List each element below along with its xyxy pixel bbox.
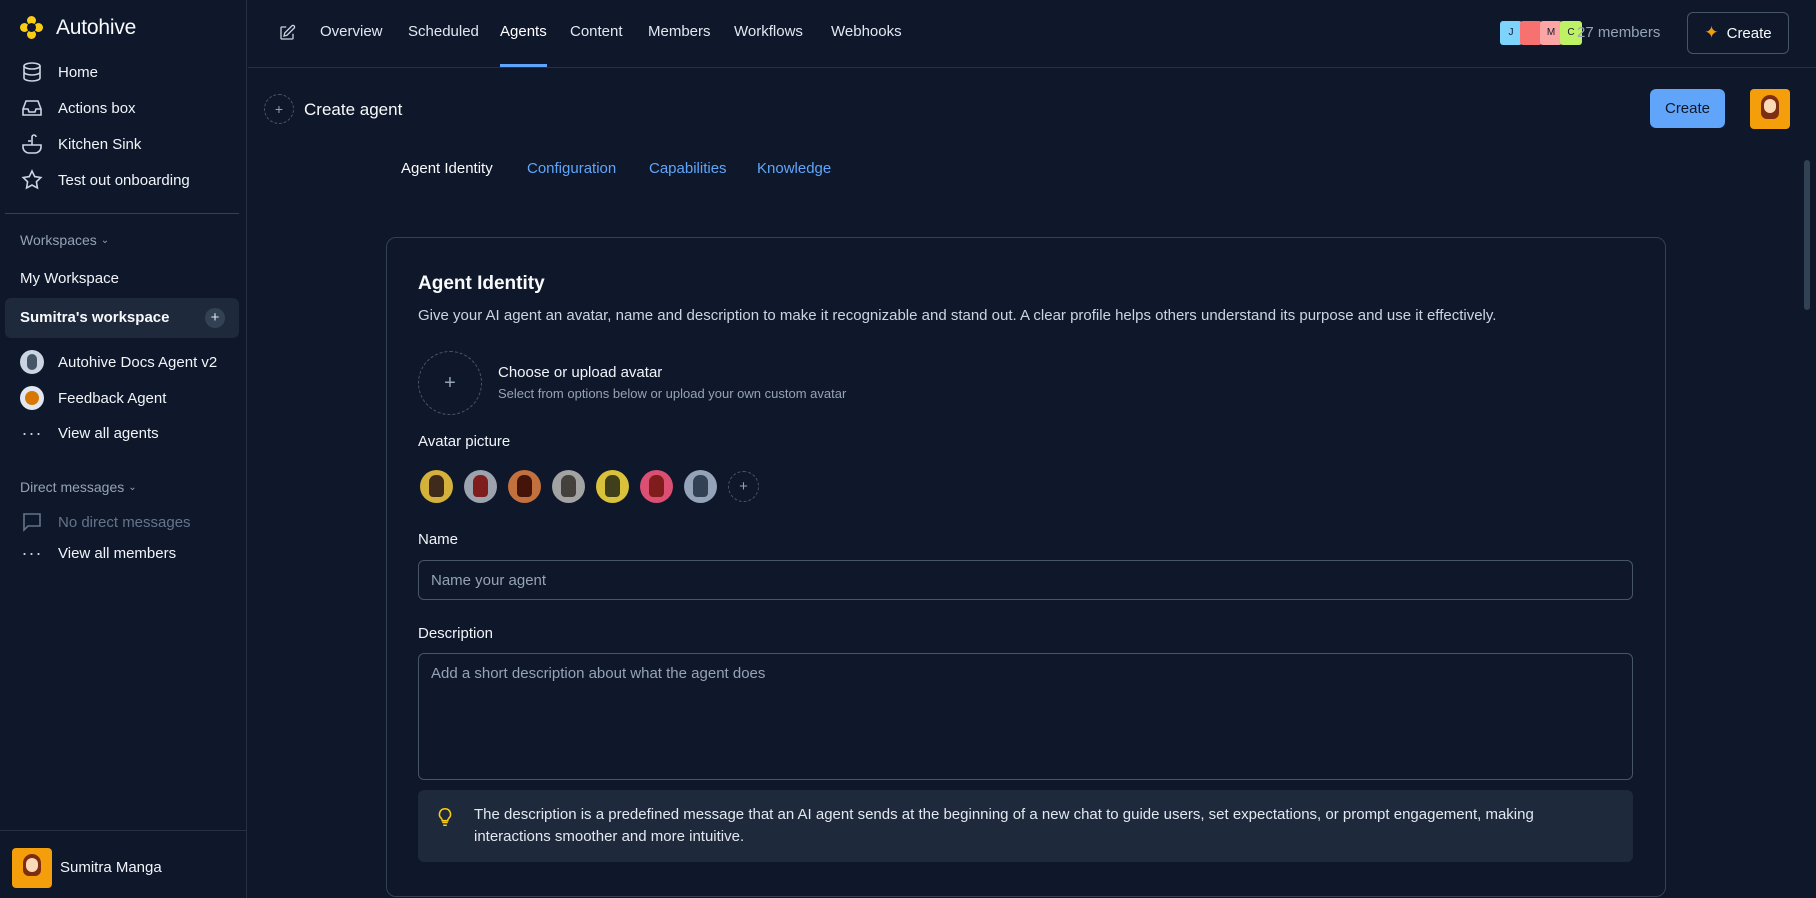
- subtab-configuration[interactable]: Configuration: [527, 160, 616, 177]
- create-button[interactable]: ✦ Create: [1687, 12, 1789, 54]
- description-label: Description: [418, 625, 494, 642]
- sidebar-item-label: Kitchen Sink: [58, 135, 142, 153]
- tab-webhooks[interactable]: Webhooks: [831, 23, 902, 40]
- sidebar-item-home[interactable]: Home: [20, 60, 98, 84]
- avatar-option[interactable]: [552, 470, 585, 503]
- name-input[interactable]: [418, 560, 1633, 600]
- brand-name: Autohive: [56, 16, 137, 39]
- card-title: Agent Identity: [418, 273, 545, 294]
- direct-messages-title: Direct messages: [20, 479, 125, 495]
- no-direct-messages: No direct messages: [20, 510, 191, 534]
- sidebar-item-label: Home: [58, 63, 99, 81]
- agent-label: Autohive Docs Agent v2: [58, 353, 218, 371]
- sink-icon: [22, 134, 42, 154]
- workspaces-title: Workspaces: [20, 232, 97, 248]
- member-avatar: M: [1540, 21, 1562, 45]
- no-direct-messages-label: No direct messages: [58, 513, 191, 531]
- sidebar-agent-item[interactable]: Feedback Agent: [20, 386, 166, 410]
- autohive-logo-icon: [20, 16, 44, 40]
- sparkle-icon: ✦: [1704, 23, 1719, 42]
- tab-overview[interactable]: Overview: [320, 23, 383, 40]
- tab-content[interactable]: Content: [570, 23, 623, 40]
- agent-label: Feedback Agent: [58, 389, 167, 407]
- add-avatar-button[interactable]: +: [728, 471, 759, 502]
- upload-avatar-subtitle: Select from options below or upload your…: [498, 386, 847, 401]
- inbox-icon: [22, 100, 42, 116]
- tab-scheduled[interactable]: Scheduled: [408, 23, 479, 40]
- create-label: Create: [1726, 24, 1772, 42]
- description-hint: The description is a predefined message …: [418, 790, 1633, 862]
- upload-avatar-button[interactable]: +: [418, 351, 482, 415]
- create-agent-plus-button[interactable]: +: [264, 94, 294, 124]
- avatar-option[interactable]: [464, 470, 497, 503]
- chevron-down-icon: ⌄: [128, 481, 137, 493]
- sidebar-item-label: Actions box: [58, 99, 136, 117]
- subtab-knowledge[interactable]: Knowledge: [757, 160, 831, 177]
- more-dots-icon: ···: [21, 423, 43, 443]
- member-avatar: J: [1500, 21, 1522, 45]
- sidebar-agent-item[interactable]: Autohive Docs Agent v2: [20, 350, 217, 374]
- view-all-members-label: View all members: [58, 545, 177, 562]
- chevron-down-icon: ⌄: [100, 234, 110, 246]
- tab-workflows[interactable]: Workflows: [734, 23, 803, 40]
- page-scrollbar[interactable]: [1804, 160, 1810, 310]
- upload-avatar-title: Choose or upload avatar: [498, 364, 663, 381]
- sidebar-item-actions-box[interactable]: Actions box: [20, 96, 136, 120]
- view-all-members-link[interactable]: ··· View all members: [20, 543, 177, 564]
- avatar-option[interactable]: [508, 470, 541, 503]
- members-count[interactable]: 27 members: [1577, 24, 1660, 41]
- active-tab-indicator: [500, 64, 547, 67]
- workspaces-toggle[interactable]: Workspaces ⌄: [20, 232, 109, 248]
- member-avatars[interactable]: J M C: [1500, 21, 1582, 45]
- more-dots-icon: ···: [21, 543, 43, 563]
- avatar-options: +: [420, 470, 759, 503]
- edit-icon[interactable]: [278, 24, 296, 42]
- member-avatar: [1520, 21, 1542, 45]
- brand[interactable]: Autohive: [20, 16, 136, 40]
- sidebar-divider: [5, 213, 239, 214]
- top-navigation: Overview Scheduled Agents Content Member…: [248, 0, 1816, 68]
- view-all-agents-label: View all agents: [58, 425, 159, 442]
- workspace-label: Sumitra's workspace: [20, 309, 170, 326]
- page-title: Create agent: [304, 100, 403, 119]
- sidebar-item-label: Test out onboarding: [58, 171, 190, 189]
- avatar-option[interactable]: [420, 470, 453, 503]
- avatar: [12, 848, 52, 888]
- avatar[interactable]: [1750, 89, 1790, 129]
- add-workspace-item-button[interactable]: +: [205, 308, 225, 328]
- subtab-agent-identity[interactable]: Agent Identity: [401, 160, 493, 177]
- card-description: Give your AI agent an avatar, name and d…: [418, 307, 1497, 324]
- sidebar-item-test-onboarding[interactable]: Test out onboarding: [20, 168, 190, 192]
- agent-avatar: [20, 350, 44, 374]
- create-agent-button[interactable]: Create: [1650, 89, 1725, 128]
- star-icon: [21, 169, 43, 190]
- user-profile[interactable]: Sumitra Manga: [0, 830, 247, 898]
- sidebar-item-kitchen-sink[interactable]: Kitchen Sink: [20, 132, 141, 156]
- subtab-capabilities[interactable]: Capabilities: [649, 160, 727, 177]
- database-icon: [23, 62, 41, 82]
- avatar-option[interactable]: [684, 470, 717, 503]
- tab-members[interactable]: Members: [648, 23, 711, 40]
- name-label: Name: [418, 531, 459, 548]
- workspace-item[interactable]: My Workspace: [20, 270, 119, 287]
- workspace-item-active[interactable]: Sumitra's workspace +: [5, 298, 239, 338]
- avatar-option[interactable]: [640, 470, 673, 503]
- message-icon: [23, 513, 41, 532]
- user-name: Sumitra Manga: [60, 859, 162, 876]
- tab-agents[interactable]: Agents: [500, 23, 547, 40]
- direct-messages-toggle[interactable]: Direct messages ⌄: [20, 479, 137, 495]
- avatar-option[interactable]: [596, 470, 629, 503]
- avatar-picture-label: Avatar picture: [418, 433, 511, 450]
- hint-text: The description is a predefined message …: [474, 806, 1534, 845]
- agent-avatar: [20, 386, 44, 410]
- view-all-agents-link[interactable]: ··· View all agents: [20, 423, 159, 444]
- description-input[interactable]: [418, 653, 1633, 780]
- lightbulb-icon: [438, 807, 452, 827]
- sidebar: Autohive Home Actions box Kitchen Sink T…: [0, 0, 247, 898]
